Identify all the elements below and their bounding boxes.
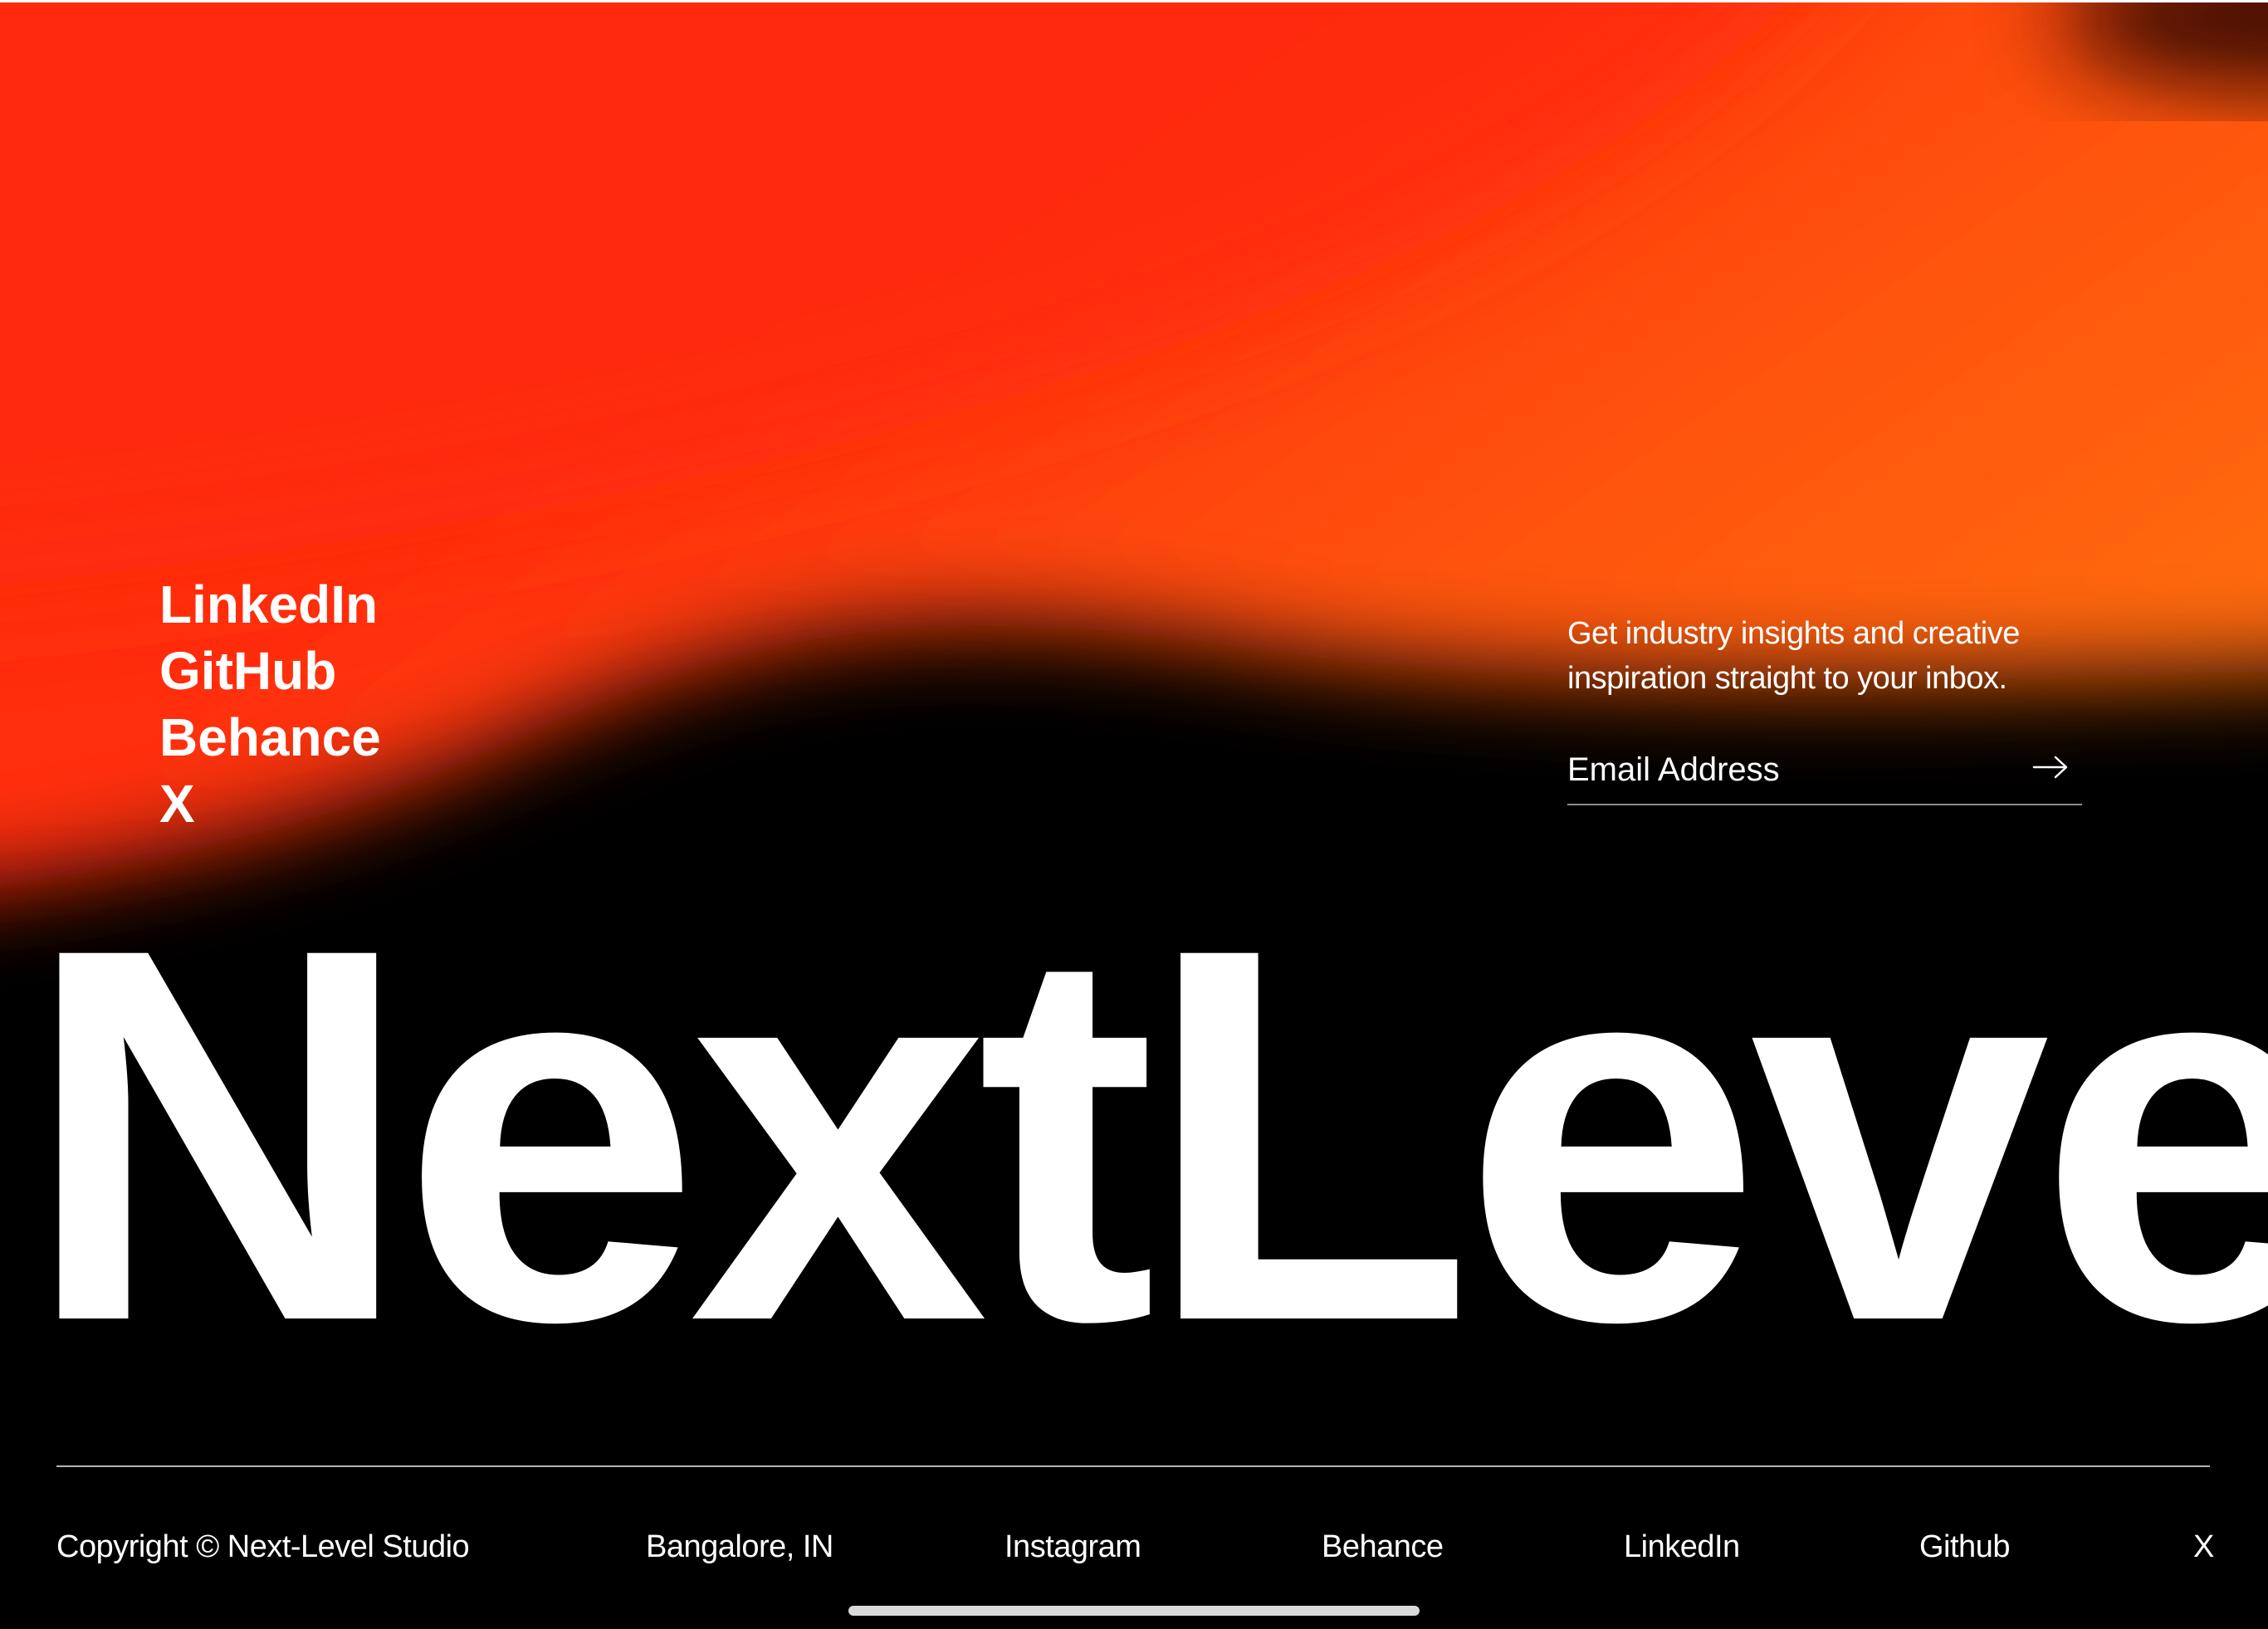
home-indicator[interactable] [848,1606,1420,1616]
brand-wordmark-text: NextLevel [48,844,2268,1375]
footer-location: Bangalore, IN [646,1529,833,1564]
newsletter-line-1: Get industry insights and creative [1567,616,2020,651]
footer-link-behance[interactable]: Behance [1322,1526,1444,1568]
footer-copyright: Copyright © Next-Level Studio [56,1529,470,1564]
email-input[interactable] [1567,741,2016,799]
arrow-right-icon [2032,756,2068,779]
page: LinkedIn GitHub Behance X Get industry i… [0,0,2268,1629]
social-link-x[interactable]: X [159,770,381,837]
footer-link-github[interactable]: Github [1919,1526,2010,1568]
submit-button[interactable] [2031,751,2070,784]
brand-wordmark: NextLevel [48,844,2268,1375]
footer: Copyright © Next-Level Studio Bangalore,… [56,1526,2215,1568]
newsletter: Get industry insights and creative inspi… [1567,611,2084,805]
social-links: LinkedIn GitHub Behance X [159,571,381,837]
footer-link-linkedin[interactable]: LinkedIn [1624,1526,1740,1568]
social-link-behance[interactable]: Behance [159,704,381,770]
newsletter-text: Get industry insights and creative inspi… [1567,611,2084,701]
social-link-github[interactable]: GitHub [159,638,381,704]
top-border [0,0,2268,2]
newsletter-line-2: inspiration straight to your inbox. [1567,661,2007,696]
social-link-linkedin[interactable]: LinkedIn [159,571,381,638]
footer-divider [56,1465,2210,1467]
newsletter-form [1567,741,2082,805]
footer-link-instagram[interactable]: Instagram [1004,1526,1141,1568]
footer-link-x[interactable]: X [2193,1526,2214,1568]
